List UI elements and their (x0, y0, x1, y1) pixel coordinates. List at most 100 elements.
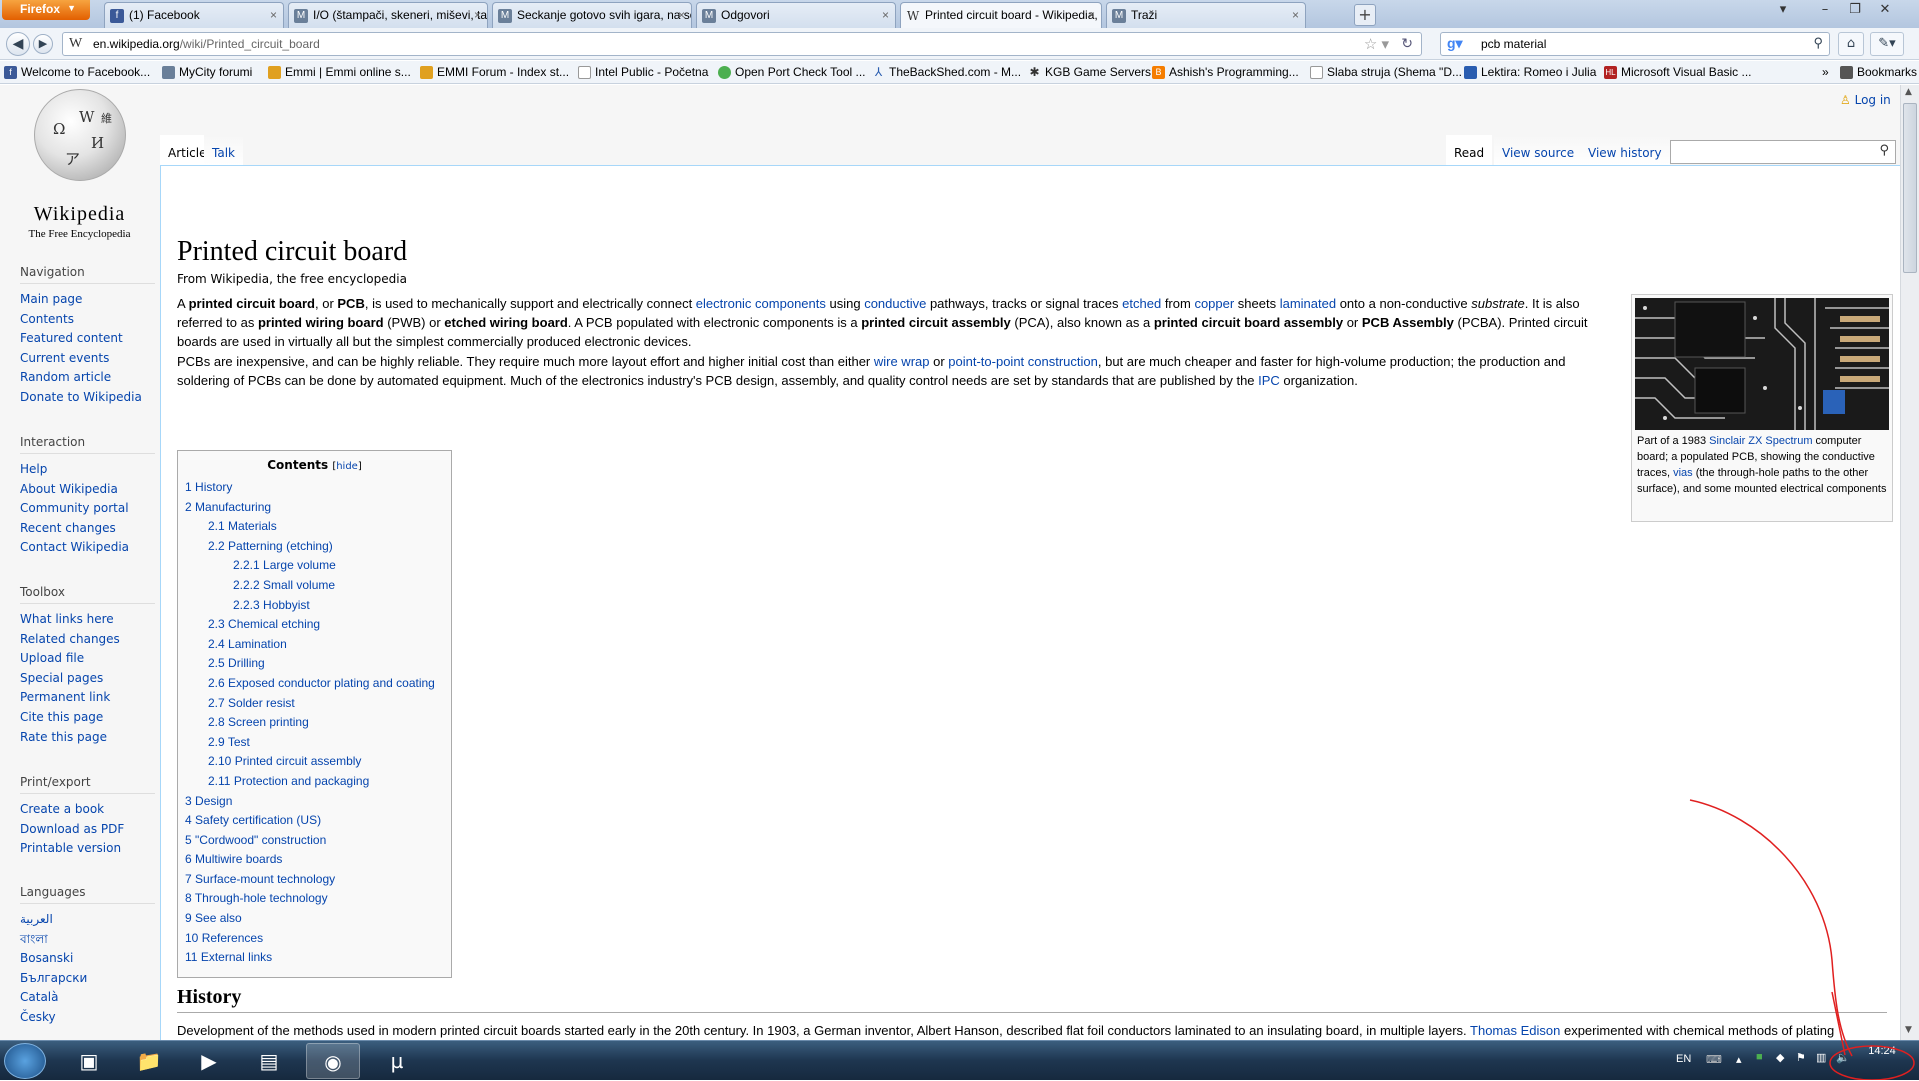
sidebar-link[interactable]: Cite this page (20, 710, 103, 724)
wiki-search-input[interactable]: ⚲ (1670, 140, 1896, 164)
sidebar-link[interactable]: Contents (20, 312, 74, 326)
pcb-image[interactable] (1635, 298, 1889, 430)
notepad-icon[interactable]: ▤ (242, 1043, 296, 1079)
task-manager-icon[interactable]: ▣ (62, 1043, 116, 1079)
sidebar-link[interactable]: Special pages (20, 671, 103, 685)
toc-item[interactable]: 2 Manufacturing (185, 498, 444, 518)
sidebar-link[interactable]: Contact Wikipedia (20, 540, 129, 554)
wikipedia-logo[interactable]: ΩWИア維 Wikipedia The Free Encyclopedia (12, 85, 147, 245)
keyboard-icon[interactable]: ⌨ (1706, 1053, 1722, 1066)
bookmark-star-icon[interactable]: ☆ ▾ (1364, 35, 1389, 53)
tab-seckanje[interactable]: M Seckanje gotovo svih igara, na solidn..… (492, 2, 692, 28)
toc-item[interactable]: 4 Safety certification (US) (185, 811, 444, 831)
wiki-link[interactable]: electronic components (696, 296, 826, 311)
toc-item[interactable]: 2.2.1 Large volume (185, 556, 444, 576)
toc-item[interactable]: 11 External links (185, 948, 444, 968)
wiki-link[interactable]: point-to-point construction (948, 354, 1098, 369)
toc-item[interactable]: 2.2.2 Small volume (185, 576, 444, 596)
bookmark-item[interactable]: Slaba struja (Shema "D... (1310, 65, 1462, 79)
wiki-link[interactable]: copper (1194, 296, 1234, 311)
toc-item[interactable]: 2.3 Chemical etching (185, 615, 444, 635)
sidebar-link[interactable]: Main page (20, 292, 82, 306)
sidebar-link[interactable]: Current events (20, 351, 109, 365)
sidebar-link[interactable]: Български (20, 971, 87, 985)
toc-item[interactable]: 8 Through-hole technology (185, 889, 444, 909)
tab-list-icon[interactable]: ▾ (1770, 0, 1796, 20)
login-link[interactable]: ♙ Log in (1840, 93, 1891, 107)
sidebar-link[interactable]: Related changes (20, 632, 120, 646)
sidebar-link[interactable]: العربية (20, 912, 53, 926)
sidebar-link[interactable]: Download as PDF (20, 822, 124, 836)
search-input[interactable]: pcb material (1481, 37, 1546, 51)
sidebar-link[interactable]: Random article (20, 370, 111, 384)
utorrent-tray-icon[interactable]: ■ (1756, 1051, 1763, 1063)
sidebar-link[interactable]: Català (20, 990, 58, 1004)
bookmark-item[interactable]: ⅄ TheBackShed.com - M... (872, 65, 1021, 79)
toc-item[interactable]: 6 Multiwire boards (185, 850, 444, 870)
flag-icon[interactable]: ⚑ (1796, 1051, 1806, 1064)
wiki-link[interactable]: IPC (1258, 373, 1280, 388)
new-tab-button[interactable]: + (1354, 4, 1376, 26)
bookmark-item[interactable]: ✱ KGB Game Servers (1028, 65, 1151, 79)
sidebar-link[interactable]: Upload file (20, 651, 84, 665)
volume-icon[interactable]: 🔈 (1836, 1051, 1850, 1064)
toc-item[interactable]: 1 History (185, 478, 444, 498)
close-icon[interactable]: × (1292, 8, 1299, 22)
sidebar-link[interactable]: Help (20, 462, 47, 476)
wiki-link[interactable]: Sinclair ZX Spectrum (1709, 435, 1812, 447)
sidebar-link[interactable]: Permanent link (20, 690, 110, 704)
toc-item[interactable]: 2.10 Printed circuit assembly (185, 752, 444, 772)
tab-talk[interactable]: Talk (204, 135, 243, 165)
bookmarks-menu[interactable]: Bookmarks (1840, 65, 1917, 79)
toc-item[interactable]: 3 Design (185, 792, 444, 812)
bookmark-item[interactable]: MyCity forumi (162, 65, 252, 79)
sidebar-link[interactable]: About Wikipedia (20, 482, 118, 496)
wiki-link[interactable]: wire wrap (874, 354, 930, 369)
reload-icon[interactable]: ↻ (1401, 35, 1413, 52)
scroll-up-icon[interactable]: ▲ (1905, 87, 1912, 97)
toc-item[interactable]: 2.1 Materials (185, 517, 444, 537)
sidebar-link[interactable]: Rate this page (20, 730, 107, 744)
search-bar[interactable]: g▾ pcb material ⚲ (1440, 32, 1830, 56)
sidebar-link[interactable]: Featured content (20, 331, 123, 345)
wiki-link[interactable]: vias (1673, 467, 1693, 479)
toc-item[interactable]: 2.5 Drilling (185, 654, 444, 674)
close-icon[interactable]: × (474, 8, 481, 22)
network-icon[interactable]: ▥ (1816, 1051, 1826, 1064)
sidebar-link[interactable]: Printable version (20, 841, 121, 855)
toc-item[interactable]: 2.2 Patterning (etching) (185, 537, 444, 557)
toc-item[interactable]: 9 See also (185, 909, 444, 929)
maximize-icon[interactable]: ❐ (1842, 0, 1868, 20)
sidebar-link[interactable]: Česky (20, 1010, 56, 1024)
media-player-icon[interactable]: ▶ (182, 1043, 236, 1079)
bookmark-item[interactable]: EMMI Forum - Index st... (420, 65, 569, 79)
wiki-link[interactable]: laminated (1280, 296, 1336, 311)
sidebar-link[interactable]: Create a book (20, 802, 104, 816)
sidebar-link[interactable]: Recent changes (20, 521, 116, 535)
tray-app-icon[interactable]: ◆ (1776, 1051, 1784, 1064)
utorrent-icon[interactable]: µ (370, 1043, 424, 1079)
bookmark-item[interactable]: HL Microsoft Visual Basic ... (1604, 65, 1752, 79)
toc-item[interactable]: 10 References (185, 929, 444, 949)
tab-read[interactable]: Read (1446, 135, 1493, 165)
search-icon[interactable]: ⚲ (1813, 35, 1823, 51)
bookmark-item[interactable]: Emmi | Emmi online s... (268, 65, 411, 79)
firefox-icon[interactable]: ◉ (306, 1043, 360, 1079)
bookmark-item[interactable]: Intel Public - Početna (578, 65, 708, 79)
language-indicator[interactable]: EN (1676, 1053, 1691, 1065)
tab-view-history[interactable]: View history (1580, 135, 1670, 165)
bookmarks-overflow-icon[interactable]: » (1822, 65, 1829, 79)
sidebar-link[interactable]: Donate to Wikipedia (20, 390, 142, 404)
toc-item[interactable]: 2.2.3 Hobbyist (185, 596, 444, 616)
bookmark-item[interactable]: Lektira: Romeo i Julia (1464, 65, 1596, 79)
tab-odgovori[interactable]: M Odgovori × (696, 2, 896, 28)
close-window-icon[interactable]: ✕ (1872, 0, 1898, 20)
firefox-menu-button[interactable]: Firefox ▼ (2, 0, 90, 20)
clock[interactable]: 14:24 (1860, 1045, 1904, 1057)
tab-trazi[interactable]: M Traži × (1106, 2, 1306, 28)
search-icon[interactable]: ⚲ (1879, 143, 1889, 158)
wiki-link[interactable]: conductive (864, 296, 926, 311)
minimize-icon[interactable]: – (1812, 0, 1838, 20)
close-icon[interactable]: × (1088, 8, 1095, 22)
bookmark-item[interactable]: Open Port Check Tool ... (718, 65, 866, 79)
